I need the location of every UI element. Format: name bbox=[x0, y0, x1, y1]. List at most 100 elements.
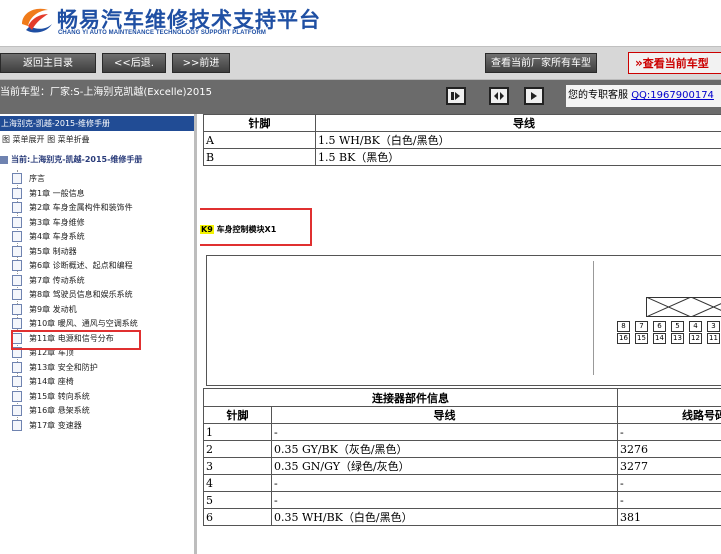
circuit-cell: - bbox=[617, 423, 721, 441]
toolbar: 返回主目录 <<后退. >>前进 查看当前厂家所有车型 »查看当前车型 bbox=[0, 46, 721, 80]
pin-cell: B bbox=[203, 148, 316, 166]
tree-item-label: 第7章 传动系统 bbox=[29, 275, 85, 285]
all-models-button[interactable]: 查看当前厂家所有车型 bbox=[485, 53, 597, 73]
app-header: 畅易汽车维修技术支持平台 CHANG YI AUTO MAINTENANCE T… bbox=[0, 0, 721, 46]
tree-item[interactable]: 第10章 暖风、通风与空调系统 bbox=[12, 317, 138, 331]
first-page-button[interactable] bbox=[446, 87, 466, 105]
document-icon bbox=[12, 390, 22, 402]
pin-table-top: 针脚 导线 A 1.5 WH/BK（白色/黑色） B 1.5 BK（黑色） bbox=[203, 114, 721, 166]
tree-item-label: 第2章 车身金属构件和装饰件 bbox=[29, 203, 133, 212]
tree-item[interactable]: 第7章 传动系统 bbox=[12, 274, 85, 288]
tree-item-label: 第16章 悬架系统 bbox=[29, 406, 90, 415]
col-pin-header: 针脚 bbox=[203, 114, 316, 132]
document-icon bbox=[12, 231, 22, 242]
current-model-button[interactable]: »查看当前车型 bbox=[628, 52, 721, 74]
tree-item[interactable]: 第17章 变速器 bbox=[12, 419, 82, 433]
tree-item-label: 第3章 车身维修 bbox=[29, 217, 85, 227]
tree-item[interactable]: 第15章 转向系统 bbox=[12, 390, 90, 404]
tree-item[interactable]: 第2章 车身金属构件和装饰件 bbox=[12, 201, 133, 215]
support-qq-link[interactable]: QQ:1967900174 bbox=[631, 90, 714, 101]
pin-label: 16 bbox=[617, 333, 630, 344]
tree-root[interactable]: 当前:上海别克-凯越-2015-维修手册 bbox=[0, 154, 142, 165]
home-button[interactable]: 返回主目录 bbox=[0, 53, 96, 73]
document-icon bbox=[12, 361, 22, 373]
wire-cell: - bbox=[271, 423, 618, 441]
pin-cell: 1 bbox=[203, 423, 272, 441]
split-view-button[interactable] bbox=[489, 87, 509, 105]
tree-item[interactable]: 第13章 安全和防护 bbox=[12, 361, 98, 375]
document-icon bbox=[12, 405, 22, 416]
tree-item[interactable]: 第14章 座椅 bbox=[12, 375, 74, 389]
wire-cell: 0.35 WH/BK（白色/黑色） bbox=[271, 508, 618, 526]
info-bar: 当前车型：厂家:S-上海别克凯越(Excelle)2015 您的专职客服 QQ:… bbox=[0, 80, 721, 114]
document-icon bbox=[12, 274, 22, 286]
tree-item-label: 第1章 一般信息 bbox=[29, 188, 85, 198]
play-icon bbox=[531, 92, 537, 100]
tree-item-label: 第14章 座椅 bbox=[29, 377, 74, 386]
current-model-label: 查看当前车型 bbox=[642, 57, 709, 70]
document-icon bbox=[12, 289, 22, 300]
tree-item[interactable]: 第5章 制动器 bbox=[12, 245, 77, 259]
tree-item-label: 第13章 安全和防护 bbox=[29, 362, 98, 372]
document-icon bbox=[12, 202, 22, 213]
tree-item-label: 第4章 车身系统 bbox=[29, 232, 85, 241]
circuit-cell: 3276 bbox=[617, 440, 721, 458]
table-row: 3 0.35 GN/GY（绿色/灰色） 3277 bbox=[203, 457, 721, 475]
tree-item-label: 第5章 制动器 bbox=[29, 246, 77, 256]
pin-cell: 6 bbox=[203, 508, 272, 526]
document-icon bbox=[12, 173, 22, 184]
tree-item-label: 第9章 发动机 bbox=[29, 304, 77, 314]
pinout-diagram: 8 7 6 5 4 3 16 15 14 13 12 11 bbox=[593, 261, 721, 375]
tree-item-label: 第8章 驾驶员信息和娱乐系统 bbox=[29, 290, 133, 299]
step-icon bbox=[451, 92, 460, 100]
tree-item[interactable]: 第16章 悬架系统 bbox=[12, 404, 90, 418]
tree-item[interactable]: 第9章 发动机 bbox=[12, 303, 77, 317]
tree-item[interactable]: 第8章 驾驶员信息和娱乐系统 bbox=[12, 288, 133, 302]
pin-cell: 4 bbox=[203, 474, 272, 492]
wire-cell: - bbox=[271, 491, 618, 509]
document-icon bbox=[12, 216, 22, 228]
document-icon bbox=[12, 376, 22, 387]
tree-item[interactable]: 第6章 诊断概述、起点和编程 bbox=[12, 259, 133, 273]
forward-button[interactable]: >>前进 bbox=[172, 53, 230, 73]
col-wire-header: 导线 bbox=[315, 114, 721, 132]
pin-cell: A bbox=[203, 131, 316, 149]
tree-item-label: 第17章 变速器 bbox=[29, 420, 82, 430]
manual-title[interactable]: 上海别克-凯越-2015-维修手册 bbox=[0, 116, 194, 131]
double-chevron-icon: » bbox=[635, 56, 643, 70]
pin-label: 4 bbox=[689, 321, 702, 332]
table-row: 4-- bbox=[203, 474, 721, 492]
tree-item[interactable]: 第1章 一般信息 bbox=[12, 187, 85, 201]
pin-label: 7 bbox=[635, 321, 648, 332]
col-wire-header: 导线 bbox=[271, 406, 618, 424]
pin-label: 14 bbox=[653, 333, 666, 344]
app-subtitle: CHANG YI AUTO MAINTENANCE TECHNOLOGY SUP… bbox=[58, 30, 266, 36]
pin-cell: 5 bbox=[203, 491, 272, 509]
wire-cell: 1.5 WH/BK（白色/黑色） bbox=[315, 131, 721, 149]
tree-item[interactable]: 序言 bbox=[12, 172, 45, 186]
logo-icon bbox=[22, 8, 52, 33]
sidebar: 上海别克-凯越-2015-维修手册 图 菜单展开 图 菜单折叠 当前:上海别克-… bbox=[0, 114, 197, 554]
wire-cell: 0.35 GN/GY（绿色/灰色） bbox=[271, 457, 618, 475]
tree-item[interactable]: 第3章 车身维修 bbox=[12, 216, 85, 230]
table-row: 1-- bbox=[203, 423, 721, 441]
tree-root-label: 当前:上海别克-凯越-2015-维修手册 bbox=[11, 155, 143, 164]
highlight-box-connector bbox=[200, 208, 312, 246]
section-title: 连接器部件信息 bbox=[203, 388, 618, 407]
pin-cell: 2 bbox=[203, 440, 272, 458]
pin-label: 13 bbox=[671, 333, 684, 344]
table-row: B 1.5 BK（黑色） bbox=[203, 148, 721, 166]
wire-cell: 1.5 BK（黑色） bbox=[315, 148, 721, 166]
col-circuit-header: 线路号码 bbox=[617, 406, 721, 424]
table-row: A 1.5 WH/BK（白色/黑色） bbox=[203, 131, 721, 149]
circuit-cell: - bbox=[617, 491, 721, 509]
next-page-button[interactable] bbox=[524, 87, 544, 105]
tree-item[interactable]: 第4章 车身系统 bbox=[12, 230, 85, 244]
circuit-cell: 381 bbox=[617, 508, 721, 526]
pin-label: 11 bbox=[707, 333, 720, 344]
document-icon bbox=[12, 187, 22, 199]
content-pane: 针脚 导线 A 1.5 WH/BK（白色/黑色） B 1.5 BK（黑色） K9… bbox=[200, 114, 721, 554]
back-button[interactable]: <<后退. bbox=[102, 53, 166, 73]
connector-shroud-icon bbox=[646, 297, 721, 317]
tree-controls[interactable]: 图 菜单展开 图 菜单折叠 bbox=[2, 134, 90, 145]
